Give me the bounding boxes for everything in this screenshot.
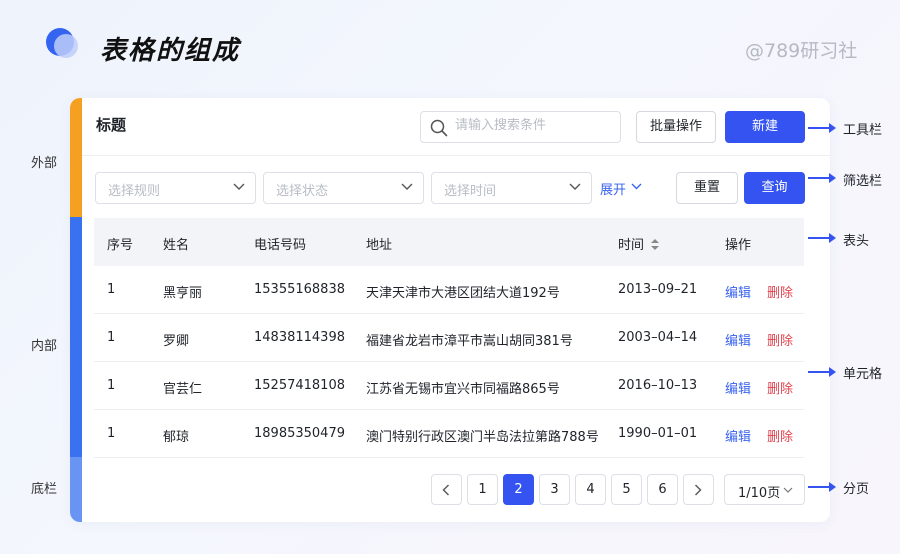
annotation-header: 表头 bbox=[843, 234, 870, 249]
edit-link[interactable]: 编辑 bbox=[725, 330, 751, 349]
table-row: 1 官芸仁 15257418108 江苏省无锡市宜兴市同福路865号 2016–… bbox=[94, 362, 804, 410]
page-button-5[interactable]: 5 bbox=[611, 474, 642, 505]
cell-address: 福建省龙岩市漳平市嵩山胡同381号 bbox=[366, 334, 573, 349]
page-size-value: 1/10页 bbox=[738, 486, 781, 501]
query-button[interactable]: 查询 bbox=[744, 172, 805, 204]
status-select-placeholder: 选择状态 bbox=[276, 184, 329, 199]
cell-index: 1 bbox=[107, 330, 116, 345]
page-title: 表格的组成 bbox=[100, 36, 241, 66]
inner-section-stripe bbox=[70, 217, 82, 457]
expand-label: 展开 bbox=[600, 183, 627, 198]
watermark: @789研习社 bbox=[745, 40, 858, 62]
cell-phone: 15257418108 bbox=[254, 378, 345, 393]
search-box[interactable] bbox=[420, 111, 621, 143]
cell-time: 2013–09–21 bbox=[618, 282, 698, 297]
time-select[interactable]: 选择时间 bbox=[431, 172, 592, 204]
table-row: 1 罗卿 14838114398 福建省龙岩市漳平市嵩山胡同381号 2003–… bbox=[94, 314, 804, 362]
page-button-1[interactable]: 1 bbox=[467, 474, 498, 505]
header-name: 姓名 bbox=[163, 238, 190, 253]
annotation-filter: 筛选栏 bbox=[843, 174, 883, 189]
new-button[interactable]: 新建 bbox=[725, 111, 805, 143]
chevron-down-icon bbox=[401, 183, 413, 190]
page-button-4[interactable]: 4 bbox=[575, 474, 606, 505]
page-button-6[interactable]: 6 bbox=[647, 474, 678, 505]
page-button-2[interactable]: 2 bbox=[503, 474, 534, 505]
cell-index: 1 bbox=[107, 282, 116, 297]
annotation-arrow bbox=[808, 367, 836, 377]
delete-link[interactable]: 删除 bbox=[767, 426, 793, 445]
annotation-arrow bbox=[808, 173, 836, 183]
cell-name: 黑亨丽 bbox=[163, 286, 203, 301]
delete-link[interactable]: 删除 bbox=[767, 378, 793, 397]
rule-select-placeholder: 选择规则 bbox=[108, 184, 161, 199]
next-page-button[interactable] bbox=[683, 474, 714, 505]
header-index: 序号 bbox=[107, 238, 134, 253]
cell-time: 2003–04–14 bbox=[618, 330, 698, 345]
header-address: 地址 bbox=[366, 238, 393, 253]
cell-name: 郁琼 bbox=[163, 430, 190, 445]
delete-link[interactable]: 删除 bbox=[767, 330, 793, 349]
side-label-outer: 外部 bbox=[31, 156, 58, 171]
cell-name: 罗卿 bbox=[163, 334, 190, 349]
chevron-down-icon bbox=[783, 487, 793, 493]
header-time-label: 时间 bbox=[618, 238, 645, 253]
cell-phone: 14838114398 bbox=[254, 330, 345, 345]
cell-phone: 15355168838 bbox=[254, 282, 345, 297]
status-select[interactable]: 选择状态 bbox=[263, 172, 424, 204]
cell-time: 2016–10–13 bbox=[618, 378, 698, 393]
footer-section-stripe bbox=[70, 457, 82, 522]
cell-address: 江苏省无锡市宜兴市同福路865号 bbox=[366, 382, 560, 397]
cell-time: 1990–01–01 bbox=[618, 426, 698, 441]
delete-link[interactable]: 删除 bbox=[767, 282, 793, 301]
annotation-cell: 单元格 bbox=[843, 367, 883, 382]
chevron-down-icon bbox=[233, 183, 245, 190]
search-icon bbox=[430, 119, 448, 137]
prev-page-button[interactable] bbox=[431, 474, 462, 505]
annotation-toolbar: 工具栏 bbox=[843, 123, 883, 138]
outer-section-stripe bbox=[70, 98, 82, 217]
cell-index: 1 bbox=[107, 378, 116, 393]
page-size-select[interactable]: 1/10页 bbox=[724, 474, 805, 505]
chevron-right-icon bbox=[695, 484, 702, 496]
cell-name: 官芸仁 bbox=[163, 382, 203, 397]
annotation-arrow bbox=[808, 482, 836, 492]
logo-icon bbox=[46, 28, 80, 62]
cell-phone: 18985350479 bbox=[254, 426, 345, 441]
cell-address: 天津天津市大港区团结大道192号 bbox=[366, 286, 560, 301]
cell-address: 澳门特别行政区澳门半岛法拉第路788号 bbox=[366, 430, 599, 445]
chevron-down-icon bbox=[631, 183, 642, 190]
annotation-arrow bbox=[808, 233, 836, 243]
chevron-down-icon bbox=[569, 183, 581, 190]
edit-link[interactable]: 编辑 bbox=[725, 378, 751, 397]
reset-button[interactable]: 重置 bbox=[676, 172, 738, 204]
table-header: 序号 姓名 电话号码 地址 时间 操作 bbox=[94, 218, 804, 266]
cell-index: 1 bbox=[107, 426, 116, 441]
table-card: 标题 批量操作 新建 选择规则 选择状态 选择时间 展开 重置 查询 序号 姓名… bbox=[70, 98, 830, 522]
batch-operation-button[interactable]: 批量操作 bbox=[636, 111, 716, 143]
table-row: 1 黑亨丽 15355168838 天津天津市大港区团结大道192号 2013–… bbox=[94, 266, 804, 314]
time-select-placeholder: 选择时间 bbox=[444, 184, 497, 199]
search-input[interactable] bbox=[455, 118, 615, 133]
toolbar-divider bbox=[82, 155, 830, 156]
expand-toggle[interactable]: 展开 bbox=[600, 179, 642, 198]
page-button-3[interactable]: 3 bbox=[539, 474, 570, 505]
chevron-left-icon bbox=[442, 484, 449, 496]
rule-select[interactable]: 选择规则 bbox=[95, 172, 256, 204]
table-row: 1 郁琼 18985350479 澳门特别行政区澳门半岛法拉第路788号 199… bbox=[94, 410, 804, 458]
annotation-arrow bbox=[808, 123, 836, 133]
header-phone: 电话号码 bbox=[254, 238, 307, 253]
sort-icon[interactable] bbox=[651, 239, 660, 250]
side-label-inner: 内部 bbox=[31, 339, 58, 354]
header-time[interactable]: 时间 bbox=[618, 234, 660, 253]
annotation-pagination: 分页 bbox=[843, 482, 870, 497]
header-actions: 操作 bbox=[725, 238, 752, 253]
edit-link[interactable]: 编辑 bbox=[725, 282, 751, 301]
card-title: 标题 bbox=[96, 116, 127, 134]
side-label-footer: 底栏 bbox=[31, 482, 58, 497]
edit-link[interactable]: 编辑 bbox=[725, 426, 751, 445]
